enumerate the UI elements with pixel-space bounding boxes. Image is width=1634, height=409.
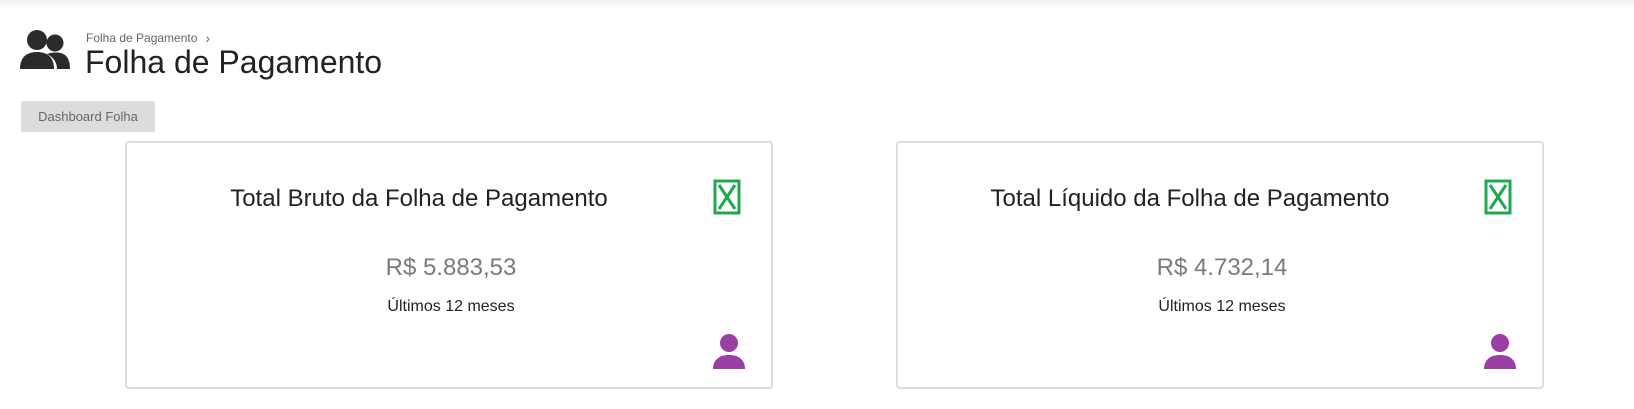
card-value: R$ 4.732,14 xyxy=(1156,254,1288,281)
total-bruto-card: Total Bruto da Folha de Pagamento R$ 5.8… xyxy=(125,141,773,389)
top-shadow xyxy=(0,0,1634,8)
card-period: Últimos 12 meses xyxy=(387,298,515,315)
excel-export-icon[interactable] xyxy=(713,179,741,215)
breadcrumb-item[interactable]: Folha de Pagamento xyxy=(86,31,197,45)
card-title: Total Bruto da Folha de Pagamento xyxy=(230,185,608,212)
breadcrumb: Folha de Pagamento › xyxy=(86,31,210,45)
card-value: R$ 5.883,53 xyxy=(385,254,517,281)
users-icon xyxy=(20,29,70,73)
tab-dashboard-folha[interactable]: Dashboard Folha xyxy=(21,101,155,132)
chevron-right-icon: › xyxy=(205,30,211,46)
total-liquido-card: Total Líquido da Folha de Pagamento R$ 4… xyxy=(896,141,1544,389)
page-title: Folha de Pagamento xyxy=(85,44,383,80)
card-period: Últimos 12 meses xyxy=(1158,298,1286,315)
user-icon xyxy=(712,333,746,369)
excel-export-icon[interactable] xyxy=(1484,179,1512,215)
user-icon xyxy=(1483,333,1517,369)
card-title: Total Líquido da Folha de Pagamento xyxy=(990,185,1390,212)
